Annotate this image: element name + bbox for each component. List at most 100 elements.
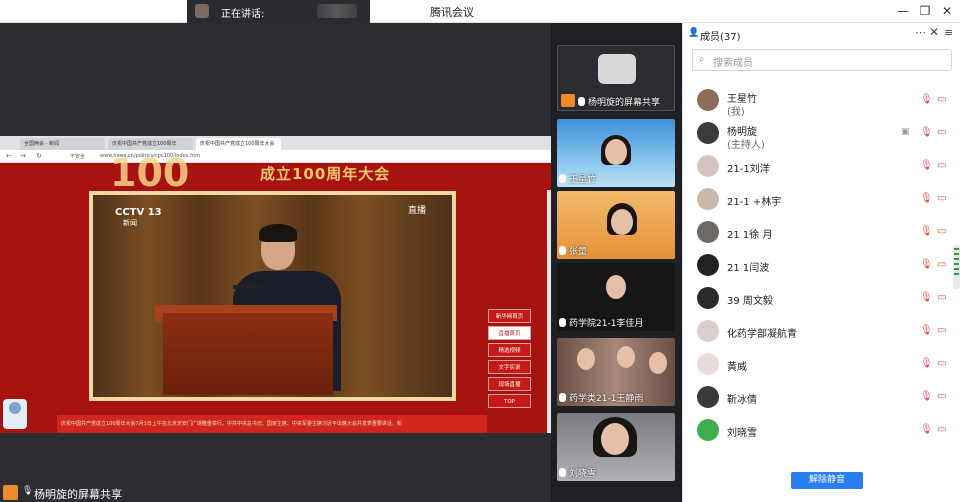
app-title: 腾讯会议 bbox=[430, 6, 474, 19]
menu-item[interactable]: 新华网首页 bbox=[488, 309, 531, 323]
list-item[interactable]: 21 1徐 月 🎙 ▭ bbox=[683, 216, 960, 248]
members-panel: 👤 成员(37) ⋯ ✕ ≡ ⌕ 搜索成员 王星竹 (我) 🎙 ▭ 杨明旋 (主… bbox=[682, 23, 960, 502]
participant-face bbox=[606, 275, 626, 299]
mic-muted-icon[interactable]: 🎙 bbox=[920, 94, 933, 106]
mic-muted-icon[interactable]: 🎙 bbox=[920, 127, 933, 139]
video-tile[interactable]: 药学类21-1王静雨 bbox=[557, 338, 675, 406]
mic-muted-icon[interactable]: 🎙 bbox=[920, 358, 933, 370]
list-item[interactable]: 杨明旋 (主持人) ▣ 🎙 ▭ bbox=[683, 117, 960, 151]
avatar bbox=[697, 188, 719, 210]
list-item[interactable]: 化药学部凝航青 🎙 ▭ bbox=[683, 315, 960, 347]
menu-item[interactable]: 精选视频 bbox=[488, 343, 531, 357]
camera-off-icon[interactable]: ▭ bbox=[937, 358, 951, 370]
mic-muted-icon[interactable]: 🎙 bbox=[920, 292, 933, 304]
audio-level-indicator bbox=[953, 245, 960, 289]
tile-name: 刘晓雪 bbox=[559, 466, 596, 479]
list-item[interactable]: 刘晓雪 🎙 ▭ bbox=[683, 414, 960, 446]
browser-tab[interactable]: 庆祝中国共产党成立100周年 bbox=[108, 138, 193, 150]
list-item[interactable]: 黄威 🎙 ▭ bbox=[683, 348, 960, 380]
webpage-content: 100 成立100周年大会 CCTV 13 新闻 直播 新华网首页 直播首页 精… bbox=[0, 151, 551, 433]
video-tile[interactable]: 杨明旋的屏幕共享 bbox=[557, 45, 675, 111]
avatar bbox=[697, 419, 719, 441]
speaker-wave-icon bbox=[317, 4, 357, 18]
reload-icon[interactable]: ↻ bbox=[36, 152, 42, 160]
mic-icon bbox=[559, 393, 566, 402]
member-name: 21 1徐 月 bbox=[727, 230, 773, 241]
share-screen-icon bbox=[3, 485, 18, 500]
tile-name: 杨明旋的屏幕共享 bbox=[578, 95, 660, 108]
close-window-icon[interactable]: ✕ bbox=[939, 3, 955, 19]
avatar bbox=[697, 320, 719, 342]
camera-off-icon[interactable]: ▭ bbox=[937, 424, 951, 436]
video-tile[interactable]: 刘晓雪 bbox=[557, 413, 675, 481]
camera-off-icon[interactable]: ▭ bbox=[937, 94, 951, 106]
live-video-frame[interactable]: CCTV 13 新闻 直播 bbox=[89, 191, 456, 401]
mic-muted-icon[interactable]: 🎙 bbox=[920, 259, 933, 271]
tile-name: 药学类21-1王静雨 bbox=[559, 391, 643, 404]
browser-address-bar[interactable]: ← → ↻ 不安全 www.news.cn/politics/cpc100/in… bbox=[0, 150, 551, 163]
menu-item[interactable]: 现场直播 bbox=[488, 377, 531, 391]
menu-item[interactable]: 文字实录 bbox=[488, 360, 531, 374]
more-icon[interactable]: ⋯ bbox=[915, 26, 926, 39]
mic-muted-icon[interactable]: 🎙 bbox=[920, 226, 933, 238]
member-role: (主持人) bbox=[727, 140, 765, 151]
mic-muted-icon[interactable]: 🎙 bbox=[920, 391, 933, 403]
video-tile[interactable]: 王星竹 bbox=[557, 119, 675, 187]
list-item[interactable]: 王星竹 (我) 🎙 ▭ bbox=[683, 84, 960, 118]
member-name: 刘晓雪 bbox=[727, 428, 757, 439]
forward-icon[interactable]: → bbox=[20, 152, 26, 160]
camera-off-icon[interactable]: ▭ bbox=[937, 292, 951, 304]
camera-off-icon[interactable]: ▭ bbox=[937, 391, 951, 403]
news-strip: 庆祝中国共产党成立100周年大会7月1日上午在北京天安门广场隆重举行。中共中央总… bbox=[57, 415, 487, 433]
member-search-input[interactable]: ⌕ 搜索成员 bbox=[692, 49, 952, 71]
mic-muted-icon[interactable]: 🎙 bbox=[920, 424, 933, 436]
live-video[interactable]: CCTV 13 新闻 直播 bbox=[93, 195, 452, 397]
avatar bbox=[697, 353, 719, 375]
camera-off-icon[interactable]: ▭ bbox=[937, 127, 951, 139]
restore-icon[interactable]: ❐ bbox=[917, 3, 933, 19]
menu-icon[interactable]: ≡ bbox=[944, 26, 953, 39]
close-panel-icon[interactable]: ✕ bbox=[929, 25, 939, 39]
minimize-icon[interactable]: — bbox=[895, 3, 911, 19]
avatar bbox=[697, 155, 719, 177]
mic-muted-icon[interactable]: 🎙 bbox=[920, 325, 933, 337]
camera-off-icon[interactable]: ▭ bbox=[937, 325, 951, 337]
banner-title: 成立100周年大会 bbox=[260, 165, 391, 183]
mic-muted-icon[interactable]: 🎙 bbox=[920, 160, 933, 172]
members-panel-header: 👤 成员(37) ⋯ ✕ ≡ bbox=[683, 23, 960, 45]
list-item[interactable]: 靳冰倩 🎙 ▭ bbox=[683, 381, 960, 413]
back-icon[interactable]: ← bbox=[6, 152, 12, 160]
video-tile[interactable]: 张童 bbox=[557, 191, 675, 259]
screen-share-label-bar: 🎙 杨明旋的屏幕共享 bbox=[0, 483, 150, 502]
camera-off-icon[interactable]: ▭ bbox=[937, 226, 951, 238]
video-tile[interactable]: 药学院21-1李佳月 bbox=[557, 263, 675, 331]
avatar bbox=[697, 221, 719, 243]
shared-browser-window: 全国两会 - 新闻 庆祝中国共产党成立100周年 庆祝中国共产党成立100周年大… bbox=[0, 136, 551, 433]
list-item[interactable]: 21-1刘洋 🎙 ▭ bbox=[683, 150, 960, 182]
search-icon: ⌕ bbox=[699, 54, 705, 65]
avatar bbox=[697, 287, 719, 309]
live-badge: 直播 bbox=[407, 206, 426, 216]
not-secure-label: 不安全 bbox=[70, 154, 86, 160]
list-item[interactable]: 21-1 +林宇 🎙 ▭ bbox=[683, 183, 960, 215]
avatar bbox=[697, 89, 719, 111]
member-name: 黄威 bbox=[727, 362, 747, 373]
floating-user-widget[interactable] bbox=[3, 399, 27, 429]
mic-icon: 🎙 bbox=[22, 486, 34, 496]
unmute-button[interactable]: 解除静音 bbox=[791, 472, 863, 489]
camera-off-icon[interactable]: ▭ bbox=[937, 160, 951, 172]
menu-item[interactable]: 直播首页 bbox=[488, 326, 531, 340]
share-owner-label: 杨明旋的屏幕共享 bbox=[34, 488, 122, 501]
browser-tab[interactable]: 全国两会 - 新闻 bbox=[20, 138, 105, 150]
browser-tab-active[interactable]: 庆祝中国共产党成立100周年大会 bbox=[196, 138, 281, 150]
speaking-label: 正在讲话: bbox=[221, 9, 265, 20]
banner-100: 100 bbox=[110, 151, 190, 195]
mic-icon bbox=[559, 318, 566, 327]
list-item[interactable]: 39 周文毅 🎙 ▭ bbox=[683, 282, 960, 314]
camera-off-icon[interactable]: ▭ bbox=[937, 259, 951, 271]
mic-muted-icon[interactable]: 🎙 bbox=[920, 193, 933, 205]
menu-item[interactable]: TOP bbox=[488, 394, 531, 408]
avatar bbox=[598, 54, 636, 84]
camera-off-icon[interactable]: ▭ bbox=[937, 193, 951, 205]
list-item[interactable]: 21 1闫波 🎙 ▭ bbox=[683, 249, 960, 281]
